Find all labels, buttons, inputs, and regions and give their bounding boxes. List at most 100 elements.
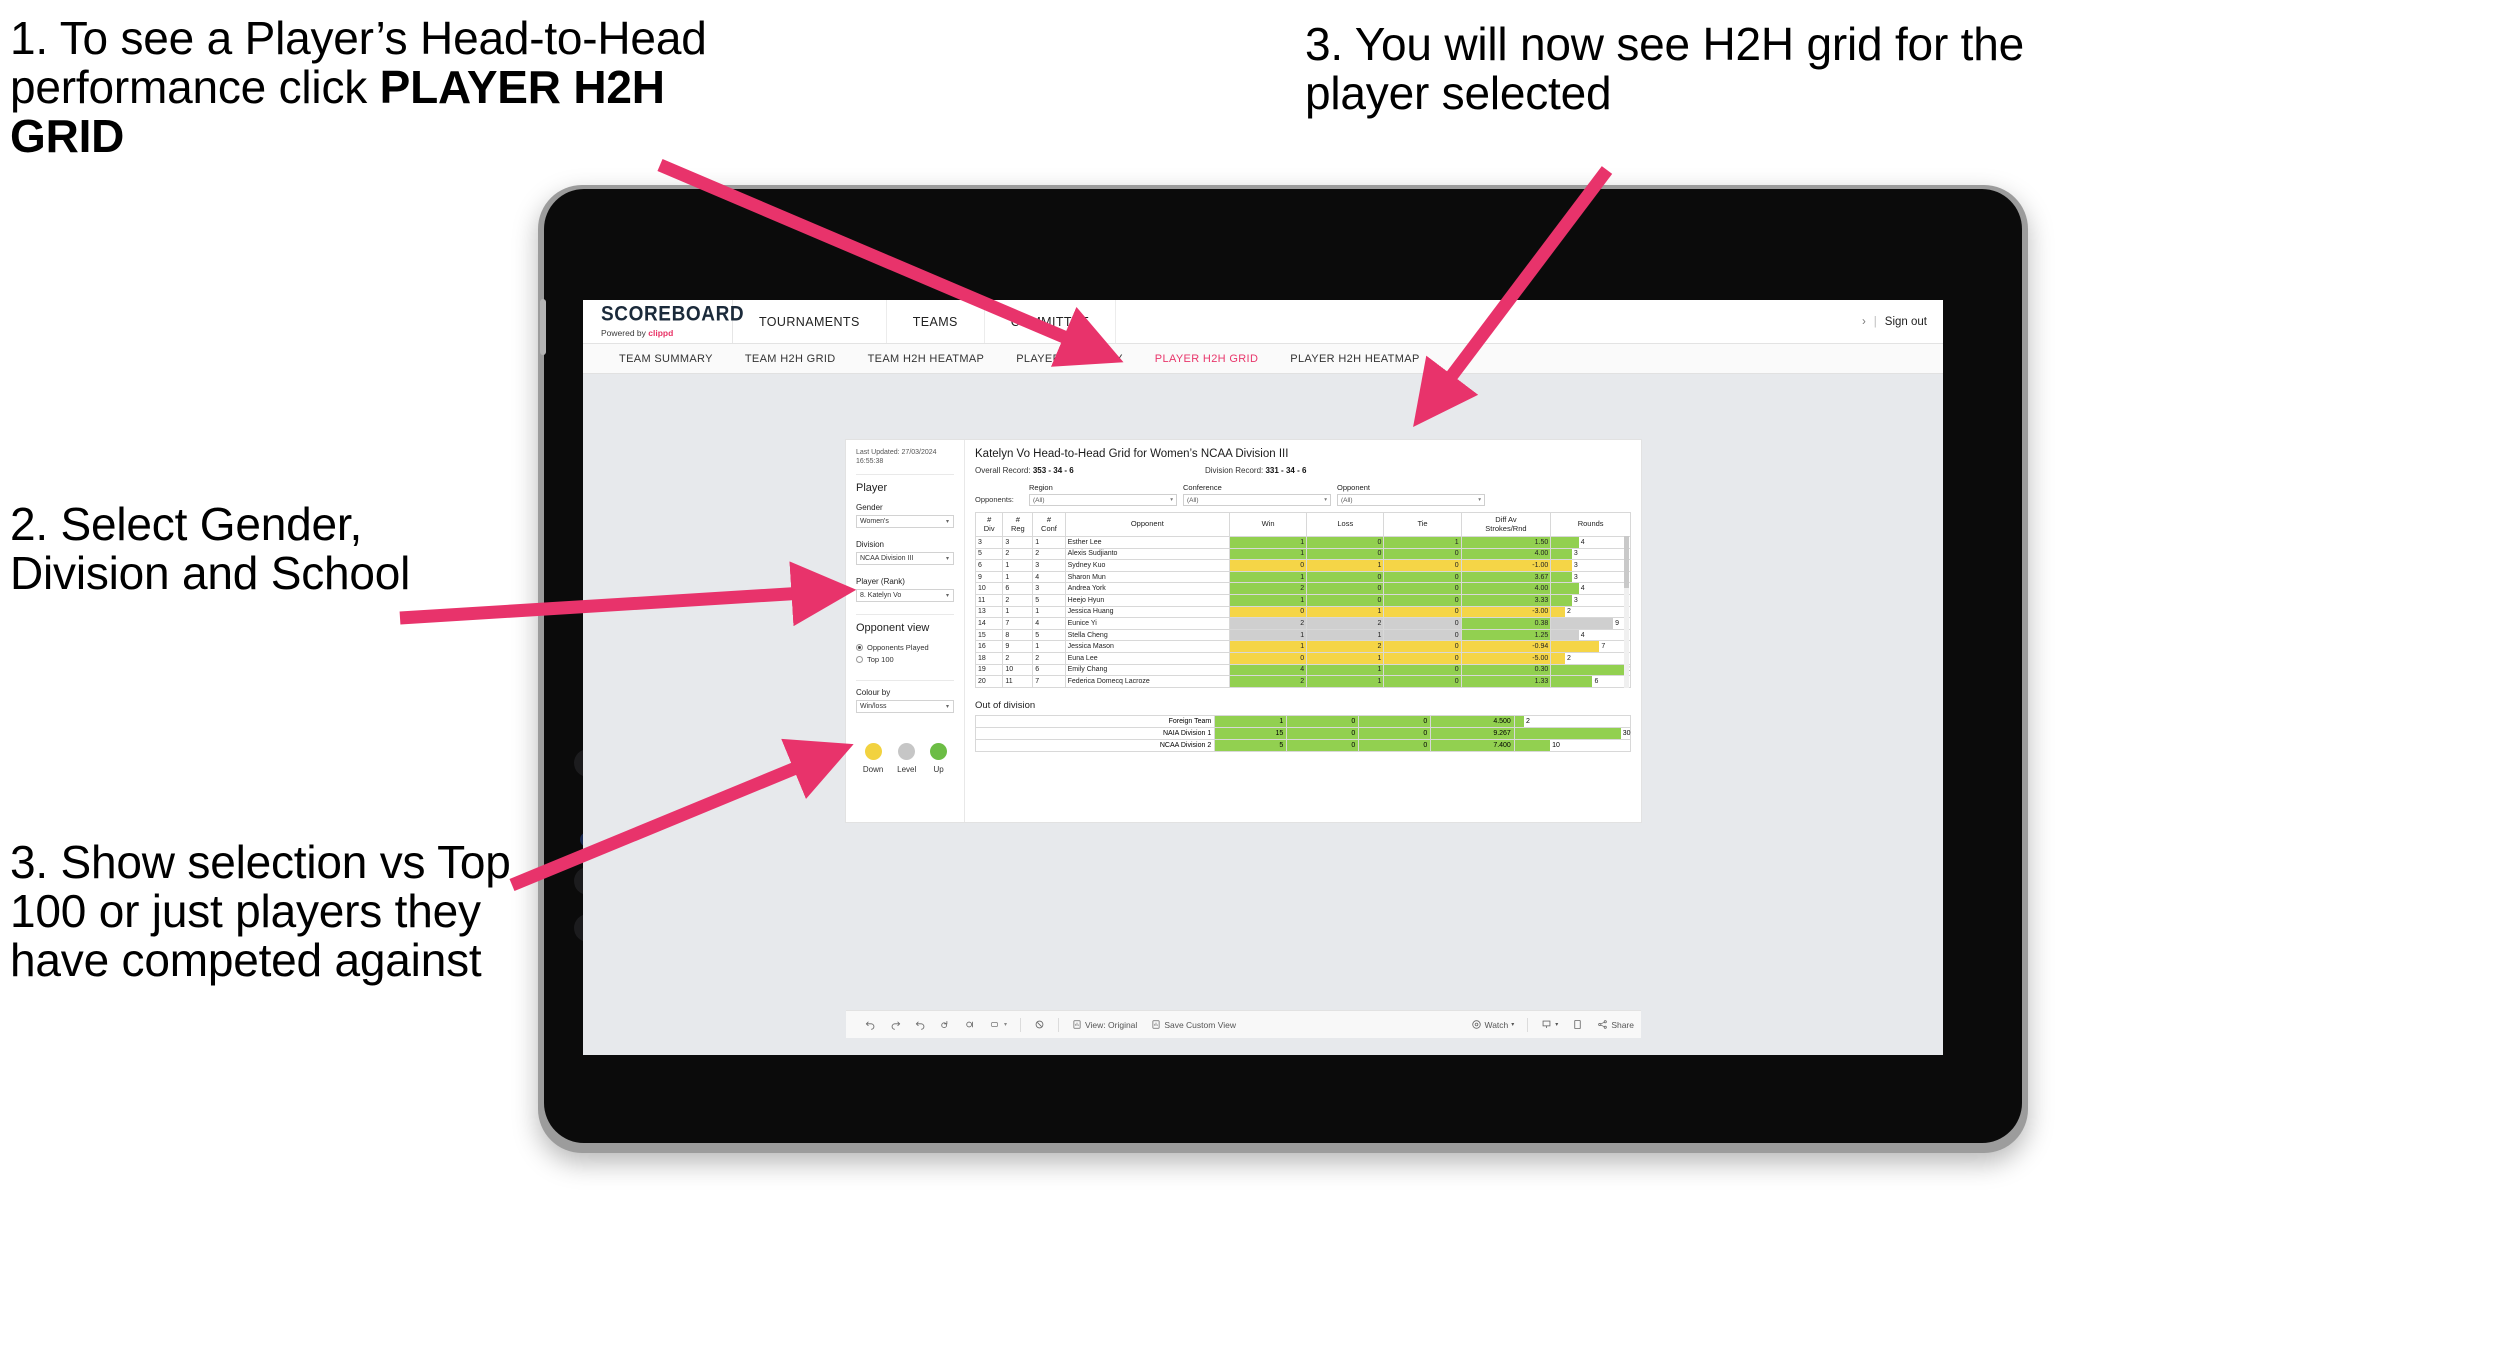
tab-player-summary[interactable]: PLAYER SUMMARY bbox=[1000, 353, 1139, 365]
cell-win: 5 bbox=[1214, 738, 1288, 752]
h2h-grid-table: # Div # Reg # Conf Opponent Win Loss Tie Di… bbox=[974, 512, 1631, 688]
table-row[interactable]: 19106Emily Chang4100.3011 bbox=[974, 663, 1631, 677]
table-row[interactable]: 14 7 4 Eunice Yi 2 2 0 0.38 9 bbox=[974, 617, 1631, 630]
cell-opponent: Alexis Sudjianto bbox=[1064, 547, 1231, 561]
tab-team-summary[interactable]: TEAM SUMMARY bbox=[603, 353, 729, 365]
top-nav-teams[interactable]: TEAMS bbox=[887, 300, 985, 343]
view-original-button[interactable]: View: Original bbox=[1065, 1019, 1144, 1030]
cell-rounds: 30 bbox=[1513, 726, 1632, 740]
divider bbox=[1058, 1017, 1060, 1032]
region-select[interactable]: (All) ▾ bbox=[1029, 494, 1177, 506]
table-row[interactable]: NAIA Division 1 15 0 0 9.267 30 bbox=[974, 726, 1632, 740]
undo-icon[interactable] bbox=[858, 1019, 883, 1030]
annotation-step-4: 3. You will now see H2H grid for the pla… bbox=[1305, 18, 2037, 120]
cell-div: 19 bbox=[974, 663, 1004, 677]
table-row[interactable]: 16 9 1 Jessica Mason 1 2 0 -0.94 7 bbox=[974, 640, 1631, 653]
cell-rounds: 7 bbox=[1550, 640, 1631, 653]
tab-team-h2h-grid[interactable]: TEAM H2H GRID bbox=[729, 353, 852, 365]
top-nav-committee[interactable]: COMMITTEE bbox=[985, 300, 1117, 343]
cell-conf: 5 bbox=[1032, 628, 1066, 642]
table-row[interactable]: 5 2 2 Alexis Sudjianto 1 0 0 4.00 3 bbox=[974, 547, 1631, 561]
col-reg: # Reg bbox=[1002, 512, 1034, 537]
radio-top-100[interactable]: Top 100 bbox=[856, 655, 954, 664]
division-value: NCAA Division III bbox=[860, 554, 914, 562]
division-select[interactable]: NCAA Division III ▾ bbox=[856, 551, 954, 565]
annotation-step-3: 3. Show selection vs Top 100 or just pla… bbox=[10, 836, 524, 987]
col-opponent: Opponent bbox=[1064, 512, 1231, 537]
table-row[interactable]: 9 1 4 Sharon Mun 1 0 0 3.67 3 bbox=[974, 570, 1631, 584]
cell-reg: 7 bbox=[1002, 617, 1034, 630]
chevron-down-icon: ▾ bbox=[1555, 1022, 1559, 1028]
cell-tie: 0 bbox=[1383, 651, 1462, 665]
radio-opponents-played[interactable]: Opponents Played bbox=[856, 643, 954, 652]
device-layout-icon[interactable]: ▾ bbox=[983, 1019, 1014, 1030]
revert-icon[interactable] bbox=[908, 1019, 933, 1030]
cell-diff: 9.267 bbox=[1430, 726, 1515, 740]
opponent-filter: Opponent (All) ▾ bbox=[1337, 483, 1485, 506]
conference-select[interactable]: (All) ▾ bbox=[1183, 494, 1331, 506]
cell-diff: 3.67 bbox=[1460, 570, 1552, 584]
cell-rounds: 2 bbox=[1513, 714, 1632, 728]
cell-opponent: Stella Cheng bbox=[1064, 628, 1231, 642]
brand-logo[interactable]: SCOREBOARD Powered by clippd bbox=[583, 300, 744, 343]
grid-scrollbar-thumb[interactable] bbox=[1624, 536, 1629, 588]
download-icon[interactable]: ▾ bbox=[1534, 1019, 1565, 1030]
cell-win: 15 bbox=[1214, 726, 1288, 740]
gender-select[interactable]: Women's ▾ bbox=[856, 514, 954, 528]
cell-tie: 0 bbox=[1383, 605, 1462, 619]
watch-label: Watch bbox=[1484, 1019, 1509, 1030]
highlight-icon[interactable] bbox=[1027, 1019, 1052, 1030]
cell-rounds: 11 bbox=[1550, 663, 1631, 677]
top-bar-right: › | Sign out bbox=[1862, 300, 1943, 343]
col-loss: Loss bbox=[1306, 512, 1385, 537]
fullscreen-icon[interactable] bbox=[1565, 1019, 1590, 1030]
share-button[interactable]: Share bbox=[1590, 1019, 1641, 1030]
radio-icon-selected bbox=[856, 643, 863, 651]
pause-updates-icon[interactable] bbox=[958, 1019, 983, 1030]
table-row[interactable]: 3 3 1 Esther Lee 1 0 1 1.50 4 bbox=[974, 536, 1631, 549]
redo-icon[interactable] bbox=[883, 1019, 908, 1030]
cell-loss: 0 bbox=[1306, 582, 1385, 595]
table-row[interactable]: 13 1 1 Jessica Huang 0 1 0 -3.00 2 bbox=[974, 605, 1631, 619]
tab-player-h2h-heatmap[interactable]: PLAYER H2H HEATMAP bbox=[1274, 353, 1435, 365]
top-navigation: TOURNAMENTS TEAMS COMMITTEE bbox=[733, 300, 1117, 343]
table-row[interactable]: 20 11 7 Federica Domecq Lacroze 2 1 0 1.33 6 bbox=[974, 675, 1631, 688]
save-custom-view-button[interactable]: Save Custom View bbox=[1144, 1019, 1243, 1030]
cell-diff: -1.00 bbox=[1460, 559, 1552, 572]
table-row[interactable]: 6 1 3 Sydney Kuo 0 1 0 -1.00 3 bbox=[974, 559, 1631, 572]
sign-out-link[interactable]: Sign out bbox=[1885, 316, 1927, 328]
top-nav-tournaments[interactable]: TOURNAMENTS bbox=[733, 300, 887, 343]
table-row[interactable]: 11 2 5 Heejo Hyun 1 0 0 3.33 3 bbox=[974, 593, 1631, 607]
cell-conf: 3 bbox=[1032, 582, 1066, 595]
watch-button[interactable]: Watch ▾ bbox=[1464, 1019, 1522, 1030]
cell-rounds: 9 bbox=[1550, 617, 1631, 630]
cell-win: 1 bbox=[1228, 547, 1308, 561]
annotation-step-2: 2. Select Gender, Division and School bbox=[10, 498, 411, 600]
table-row[interactable]: 15 8 5 Stella Cheng 1 1 0 1.25 4 bbox=[974, 628, 1631, 642]
view-original-label: View: Original bbox=[1085, 1019, 1138, 1030]
tab-player-h2h-grid[interactable]: PLAYER H2H GRID bbox=[1139, 353, 1274, 365]
table-row[interactable]: 10 6 3 Andrea York 2 0 0 4.00 4 bbox=[974, 582, 1631, 595]
cell-reg: 2 bbox=[1002, 651, 1034, 665]
colour-by-select[interactable]: Win/loss ▾ bbox=[856, 699, 954, 713]
table-row[interactable]: Foreign Team 1 0 0 4.500 2 bbox=[974, 714, 1632, 728]
cell-tie: 0 bbox=[1383, 582, 1462, 595]
opponent-select[interactable]: (All) ▾ bbox=[1337, 494, 1485, 506]
cell-opponent: Jessica Huang bbox=[1064, 605, 1231, 619]
h2h-grid-header: # Div # Reg # Conf Opponent Win Loss Tie Di… bbox=[974, 512, 1631, 537]
table-row[interactable]: 18 2 2 Euna Lee 0 1 0 -5.00 2 bbox=[974, 651, 1631, 665]
player-rank-select[interactable]: 8. Katelyn Vo ▾ bbox=[856, 588, 954, 602]
refresh-icon[interactable] bbox=[933, 1019, 958, 1030]
cell-win: 0 bbox=[1228, 559, 1308, 572]
table-row[interactable]: NCAA Division 2 5 0 0 7.400 10 bbox=[974, 738, 1632, 752]
colour-by-label: Colour by bbox=[856, 687, 891, 697]
filter-panel: Last Updated: 27/03/2024 16:55:38 Player… bbox=[846, 440, 965, 822]
cell-tie: 0 bbox=[1383, 640, 1462, 653]
tablet-side-button bbox=[540, 299, 546, 355]
tab-team-h2h-heatmap[interactable]: TEAM H2H HEATMAP bbox=[852, 353, 1001, 365]
cell-diff: 4.500 bbox=[1430, 714, 1515, 728]
col-conf: # Conf bbox=[1032, 512, 1066, 537]
cell-tie: 0 bbox=[1358, 738, 1432, 752]
cell-opponent: Sydney Kuo bbox=[1064, 559, 1231, 572]
cell-diff: 1.25 bbox=[1460, 628, 1552, 642]
